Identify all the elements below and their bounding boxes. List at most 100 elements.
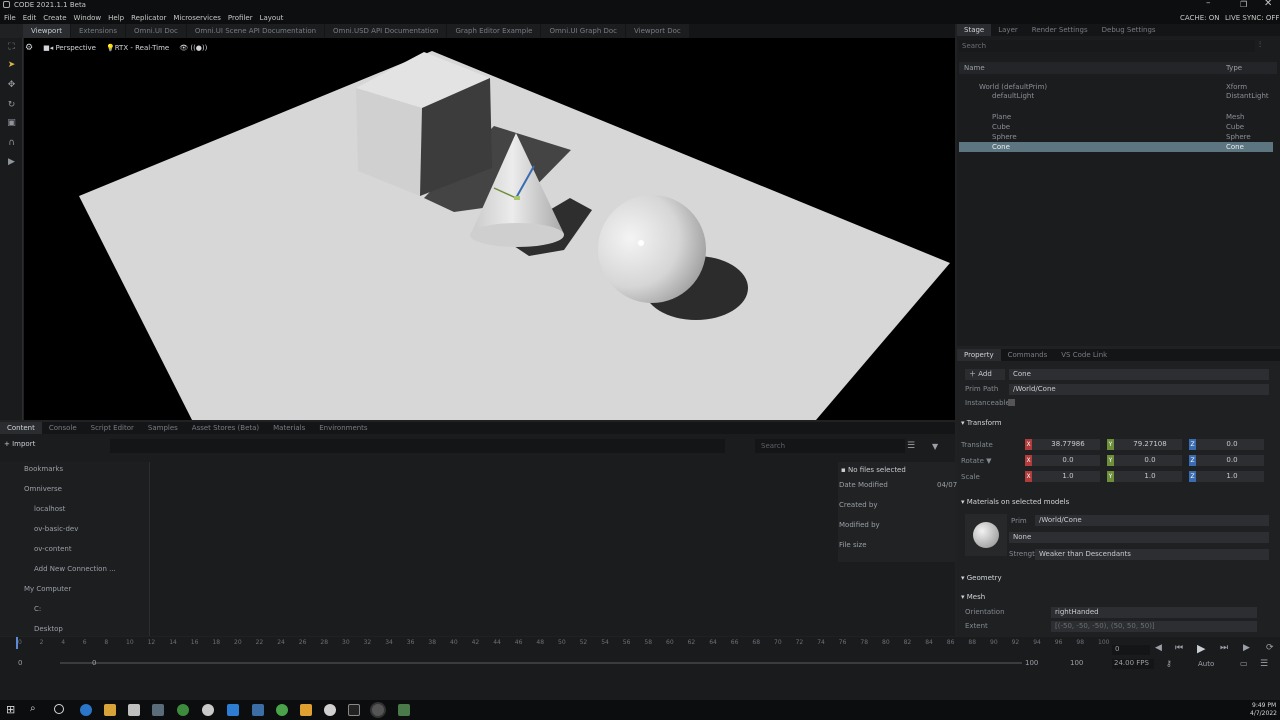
tree-desktop[interactable]: Desktop bbox=[34, 625, 63, 633]
omniverse-icon[interactable] bbox=[372, 704, 384, 716]
cortana-icon[interactable] bbox=[54, 704, 64, 714]
path-field[interactable] bbox=[110, 439, 725, 453]
tree-ov-content[interactable]: ov-content bbox=[34, 545, 72, 553]
rotate-x[interactable]: 0.0 bbox=[1032, 455, 1100, 466]
minimize-icon[interactable]: – bbox=[1206, 0, 1211, 8]
stage-row-plane[interactable]: Plane Mesh bbox=[959, 112, 1273, 122]
tab-graph-editor[interactable]: Graph Editor Example bbox=[447, 24, 541, 38]
viewport-3d[interactable] bbox=[24, 38, 955, 420]
vscode-icon[interactable] bbox=[227, 704, 239, 716]
menu-layout[interactable]: Layout bbox=[260, 14, 284, 22]
tab-console[interactable]: Console bbox=[42, 422, 84, 434]
menu-file[interactable]: File bbox=[4, 14, 16, 22]
add-button[interactable]: ＋ Add bbox=[965, 369, 1005, 380]
move-icon[interactable]: ✥ bbox=[6, 80, 17, 91]
visibility-menu[interactable]: 👁 ((●)) bbox=[179, 44, 207, 52]
tab-layer[interactable]: Layer bbox=[991, 24, 1025, 36]
scale-x[interactable]: 1.0 bbox=[1032, 471, 1100, 482]
app-icon[interactable] bbox=[300, 704, 312, 716]
tab-environments[interactable]: Environments bbox=[312, 422, 374, 434]
import-button[interactable]: + Import bbox=[4, 440, 35, 448]
start-frame[interactable]: 0 bbox=[18, 659, 22, 667]
stage-row-sphere[interactable]: Sphere Sphere bbox=[959, 132, 1273, 142]
app-icon[interactable] bbox=[152, 704, 164, 716]
tab-viewport-doc[interactable]: Viewport Doc bbox=[626, 24, 689, 38]
rotate-y[interactable]: 0.0 bbox=[1114, 455, 1182, 466]
windows-start-icon[interactable]: ⊞ bbox=[6, 703, 15, 716]
transform-section[interactable]: ▾ Transform bbox=[961, 417, 1273, 429]
end-frame[interactable]: 100 bbox=[1070, 659, 1083, 667]
mesh-section[interactable]: ▾ Mesh bbox=[961, 591, 1273, 603]
scale-icon[interactable]: ▣ bbox=[6, 118, 17, 129]
range-end[interactable]: 100 bbox=[1025, 659, 1038, 667]
menu-window[interactable]: Window bbox=[74, 14, 102, 22]
scale-z[interactable]: 1.0 bbox=[1196, 471, 1264, 482]
tab-vs-code-link[interactable]: VS Code Link bbox=[1054, 349, 1114, 361]
tab-omni-usd-doc[interactable]: Omni.USD API Documentation bbox=[325, 24, 447, 38]
stage-row-cone[interactable]: Cone Cone bbox=[959, 142, 1273, 152]
menu-profiler[interactable]: Profiler bbox=[228, 14, 253, 22]
step-back-icon[interactable]: ⏮ bbox=[1175, 643, 1183, 653]
prim-path-field[interactable]: /World/Cone bbox=[1009, 384, 1269, 395]
rotate-label[interactable]: Rotate ▼ bbox=[961, 457, 992, 465]
fps-dropdown[interactable]: 24.00 FPS bbox=[1112, 659, 1154, 669]
tab-viewport[interactable]: Viewport bbox=[23, 24, 70, 38]
current-frame[interactable]: 0 bbox=[1112, 645, 1150, 655]
translate-z[interactable]: 0.0 bbox=[1196, 439, 1264, 450]
frame-icon[interactable]: ⛶ bbox=[6, 42, 17, 53]
tab-debug-settings[interactable]: Debug Settings bbox=[1095, 24, 1163, 36]
tree-add-connection[interactable]: Add New Connection ... bbox=[34, 565, 116, 573]
timeline-ruler[interactable]: 0 2 4 6 8 10 12 14 16 18 20 22 24 26 28 30 32 34 36 38 40 42 4… bbox=[0, 639, 1110, 648]
prim-name-input[interactable]: Cone bbox=[1009, 369, 1269, 380]
menu-create[interactable]: Create bbox=[43, 14, 66, 22]
play-icon[interactable]: ▶ bbox=[6, 157, 17, 168]
content-search-input[interactable]: Search bbox=[755, 439, 905, 453]
xbox-icon[interactable] bbox=[177, 704, 189, 716]
tab-materials[interactable]: Materials bbox=[266, 422, 312, 434]
mat-prim-field[interactable]: /World/Cone bbox=[1035, 515, 1269, 526]
range-start[interactable]: 0 bbox=[92, 659, 96, 667]
stage-row-defaultlight[interactable]: defaultLight DistantLight bbox=[959, 91, 1273, 101]
list-view-icon[interactable]: ☰ bbox=[907, 441, 915, 451]
restore-icon[interactable]: ❐ bbox=[1240, 0, 1247, 9]
tree-ov-basic-dev[interactable]: ov-basic-dev bbox=[34, 525, 78, 533]
translate-y[interactable]: 79.27108 bbox=[1114, 439, 1182, 450]
tab-property[interactable]: Property bbox=[957, 349, 1001, 361]
menu-microservices[interactable]: Microservices bbox=[173, 14, 221, 22]
app-icon[interactable] bbox=[276, 704, 288, 716]
prev-key-icon[interactable]: ◀ bbox=[1155, 643, 1162, 653]
tab-omni-ui-graph-doc[interactable]: Omni.UI Graph Doc bbox=[541, 24, 626, 38]
clock-time[interactable]: 9:49 PM bbox=[1252, 702, 1276, 709]
app-icon[interactable] bbox=[398, 704, 410, 716]
auto-mode[interactable]: Auto bbox=[1198, 660, 1214, 668]
edge-icon[interactable] bbox=[80, 704, 92, 716]
playhead[interactable] bbox=[16, 637, 18, 649]
strength-dropdown[interactable]: Weaker than Descendants bbox=[1035, 549, 1269, 560]
select-icon[interactable]: ➤ bbox=[6, 60, 17, 71]
stage-search-input[interactable]: Search bbox=[959, 40, 1255, 52]
terminal-icon[interactable] bbox=[348, 704, 360, 716]
range-slider[interactable] bbox=[60, 662, 1022, 664]
stage-row-cube[interactable]: Cube Cube bbox=[959, 122, 1273, 132]
menu-edit[interactable]: Edit bbox=[23, 14, 37, 22]
extent-field[interactable]: [(-50, -50, -50), (50, 50, 50)] bbox=[1051, 621, 1257, 632]
filter-icon[interactable]: ⫶ bbox=[1259, 40, 1261, 50]
tree-localhost[interactable]: localhost bbox=[34, 505, 65, 513]
tree-my-computer[interactable]: My Computer bbox=[24, 585, 71, 593]
menu-replicator[interactable]: Replicator bbox=[131, 14, 166, 22]
tab-script-editor[interactable]: Script Editor bbox=[84, 422, 141, 434]
materials-section[interactable]: ▾ Materials on selected models bbox=[961, 496, 1273, 508]
tree-bookmarks[interactable]: Bookmarks bbox=[24, 465, 63, 473]
tab-render-settings[interactable]: Render Settings bbox=[1025, 24, 1095, 36]
explorer-icon[interactable] bbox=[104, 704, 116, 716]
app-icon[interactable] bbox=[252, 704, 264, 716]
step-forward-icon[interactable]: ⏭ bbox=[1220, 643, 1228, 653]
instanceable-checkbox[interactable] bbox=[1008, 399, 1015, 406]
next-key-icon[interactable]: ▶ bbox=[1243, 643, 1250, 653]
rotate-icon[interactable]: ↻ bbox=[6, 100, 17, 111]
translate-x[interactable]: 38.77986 bbox=[1032, 439, 1100, 450]
tab-samples[interactable]: Samples bbox=[141, 422, 185, 434]
material-value-field[interactable]: None bbox=[1009, 532, 1269, 543]
tab-extensions[interactable]: Extensions bbox=[70, 24, 125, 38]
loop-icon[interactable]: ⟳ bbox=[1266, 643, 1274, 653]
